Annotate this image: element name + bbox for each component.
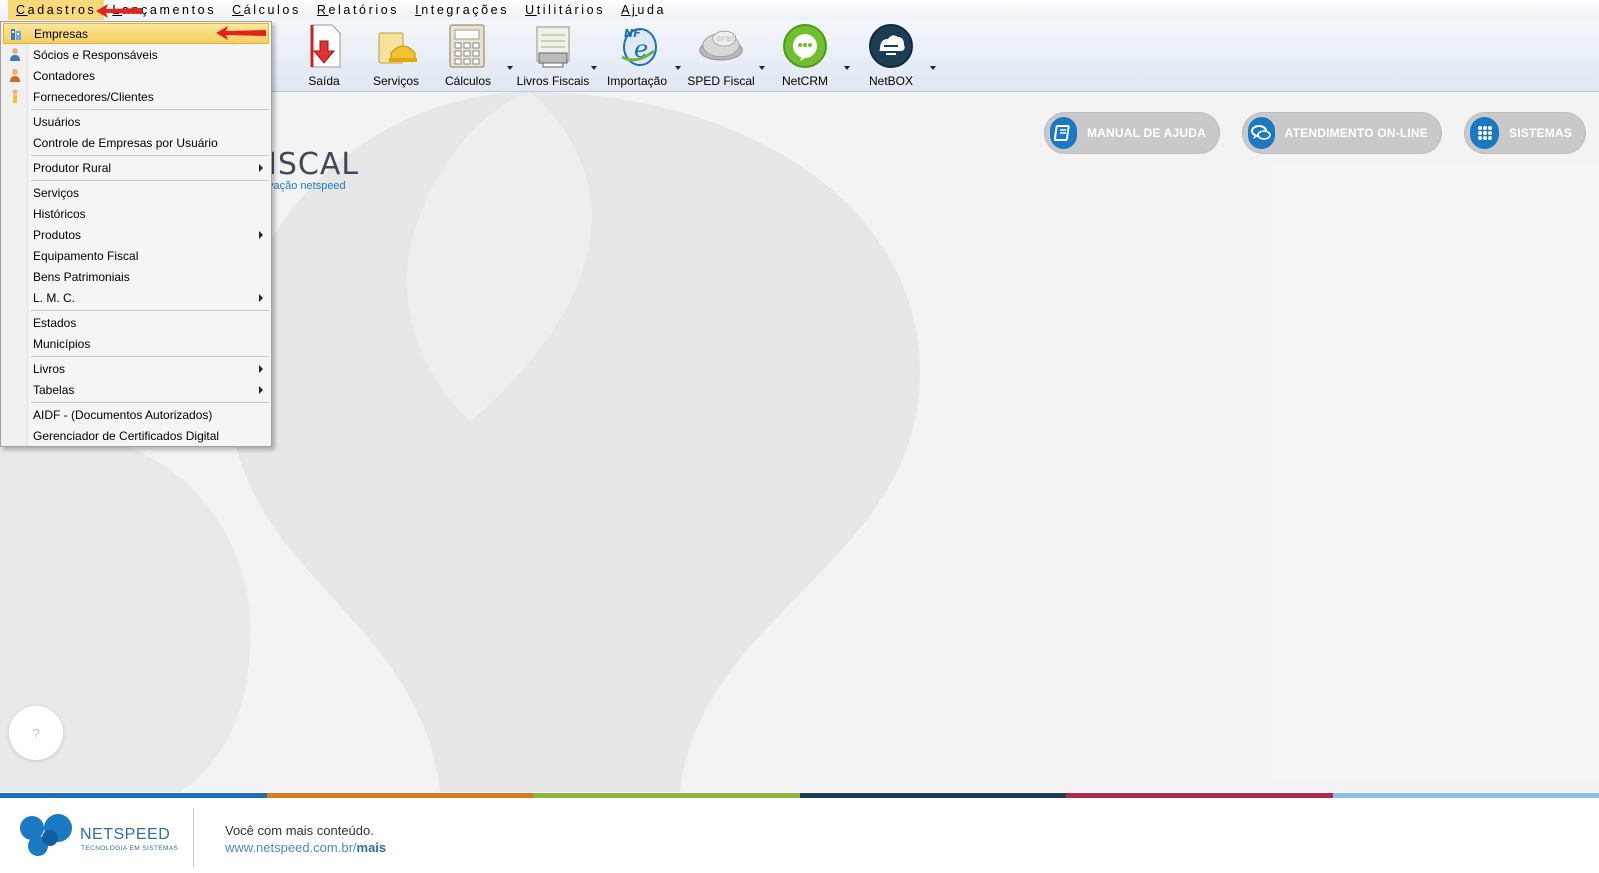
svg-text:SPED: SPED [716, 35, 736, 43]
menu-item-servicos[interactable]: Serviços [3, 182, 269, 203]
menu-item-socios[interactable]: Sócios e Responsáveis [3, 44, 269, 65]
netcrm-icon [782, 22, 828, 70]
menu-separator [31, 155, 269, 156]
menu-bar: Cadastros Lançamentos Cálculos Relatório… [0, 0, 1599, 20]
calculator-icon [445, 22, 491, 70]
person-orange-icon [8, 68, 22, 82]
netspeed-brand: NETSPEED [80, 826, 171, 843]
menu-integracoes[interactable]: Integrações [407, 0, 517, 20]
livros-fiscais-icon [530, 22, 576, 70]
menu-item-fornecedores[interactable]: Fornecedores/Clientes [3, 86, 269, 107]
building-icon [9, 27, 23, 41]
netbox-icon [868, 22, 914, 70]
menu-utilitarios[interactable]: Utilitários [517, 0, 613, 20]
fiscal-logo-text: ISCAL [268, 147, 360, 182]
chat-icon [1248, 117, 1275, 149]
menu-separator [31, 109, 269, 110]
toolbar-saida-button[interactable]: Saída [284, 22, 364, 88]
fiscal-logo-subtext: vação netspeed [268, 180, 346, 192]
sistemas-button[interactable]: SISTEMAS [1464, 112, 1586, 154]
menu-separator [31, 402, 269, 403]
menu-cadastros[interactable]: Cadastros [8, 0, 105, 20]
menu-item-equipamento-fiscal[interactable]: Equipamento Fiscal [3, 245, 269, 266]
atendimento-online-button[interactable]: ATENDIMENTO ON-LINE [1242, 112, 1442, 154]
menu-item-aidf[interactable]: AIDF - (Documentos Autorizados) [3, 404, 269, 425]
person-blue-icon [8, 47, 22, 61]
footer-tagline: Você com mais conteúdo. [225, 823, 374, 838]
menu-separator [31, 310, 269, 311]
saida-icon [301, 22, 347, 70]
submenu-arrow-icon [259, 365, 263, 373]
menu-relatorios[interactable]: Relatórios [309, 0, 407, 20]
menu-item-produtor-rural[interactable]: Produtor Rural [3, 157, 269, 178]
menu-item-historicos[interactable]: Históricos [3, 203, 269, 224]
toolbar-calculos-button[interactable]: Cálculos [428, 22, 508, 88]
submenu-arrow-icon [259, 294, 263, 302]
submenu-arrow-icon [259, 231, 263, 239]
fiscal-logo: ISCAL vação netspeed [268, 147, 360, 193]
toolbar-importacao-button[interactable]: NF e Importação [597, 22, 677, 88]
toolbar-netbox-button[interactable]: NetBOX [851, 22, 931, 88]
menu-item-usuarios[interactable]: Usuários [3, 111, 269, 132]
footer-url[interactable]: www.netspeed.com.br/mais [225, 840, 386, 855]
footer: NETSPEED TECNOLOGIA EM SISTEMAS Você com… [0, 798, 1599, 873]
right-panel-bg [1272, 162, 1599, 782]
red-arrow-annotation-icon [96, 4, 142, 18]
toolbar-netcrm-button[interactable]: NetCRM [765, 22, 845, 88]
menu-separator [31, 180, 269, 181]
netbox-dropdown-arrow[interactable] [930, 66, 938, 72]
menu-item-bens-patrimoniais[interactable]: Bens Patrimoniais [3, 266, 269, 287]
manual-de-ajuda-button[interactable]: MANUAL DE AJUDA [1044, 112, 1220, 154]
menu-separator [31, 356, 269, 357]
menu-item-lmc[interactable]: L. M. C. [3, 287, 269, 308]
person-yellow-icon [8, 89, 22, 103]
grid-icon [1470, 117, 1500, 149]
menu-calculos[interactable]: Cálculos [224, 0, 309, 20]
menu-item-contadores[interactable]: Contadores [3, 65, 269, 86]
menu-item-livros[interactable]: Livros [3, 358, 269, 379]
netspeed-logo-icon [20, 814, 72, 856]
menu-item-controle-empresas[interactable]: Controle de Empresas por Usuário [3, 132, 269, 153]
servicos-icon [373, 22, 419, 70]
red-arrow-annotation-icon [216, 26, 266, 40]
nfe-import-icon: NF e [614, 22, 660, 70]
toolbar-sped-fiscal-button[interactable]: SPED SPED Fiscal [681, 22, 761, 88]
menu-item-tabelas[interactable]: Tabelas [3, 379, 269, 400]
toolbar-livros-fiscais-button[interactable]: Livros Fiscais [513, 22, 593, 88]
submenu-arrow-icon [259, 164, 263, 172]
footer-divider [193, 808, 194, 868]
menu-item-produtos[interactable]: Produtos [3, 224, 269, 245]
submenu-arrow-icon [259, 386, 263, 394]
menu-item-certificados[interactable]: Gerenciador de Certificados Digital [3, 425, 269, 446]
menu-ajuda[interactable]: Ajuda [613, 0, 674, 20]
cadastros-dropdown-menu: Empresas Sócios e Responsáveis Contadore… [0, 21, 272, 447]
netspeed-brand-sub: TECNOLOGIA EM SISTEMAS [81, 845, 179, 852]
book-icon [1050, 117, 1077, 149]
help-button[interactable]: ? [9, 706, 63, 760]
menu-item-municipios[interactable]: Municípios [3, 333, 269, 354]
menu-item-estados[interactable]: Estados [3, 312, 269, 333]
sped-icon: SPED [698, 22, 744, 70]
toolbar-servicos-button[interactable]: Serviços [356, 22, 436, 88]
